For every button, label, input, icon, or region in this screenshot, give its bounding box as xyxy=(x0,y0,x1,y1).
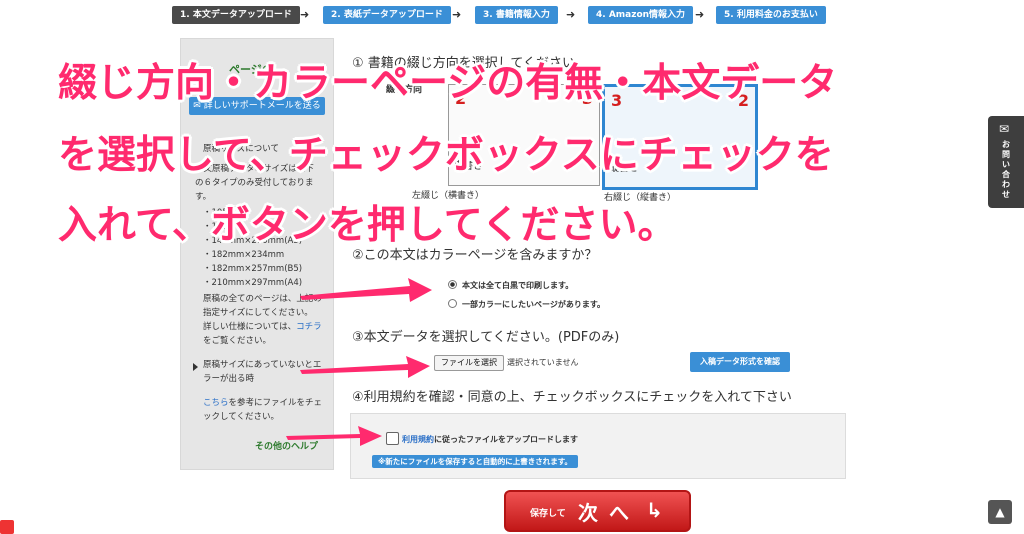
annotation-arrow xyxy=(300,356,430,378)
instruction-caption-line: を選択して、チェックボックスにチェックを xyxy=(58,133,834,178)
annotation-arrow xyxy=(286,426,382,446)
instruction-caption-line: 綴じ方向・カラーページの有無・本文データ xyxy=(58,61,838,106)
annotation-arrow xyxy=(300,278,432,302)
instruction-caption-line: 入れて、ボタンを押してください。 xyxy=(58,203,677,248)
